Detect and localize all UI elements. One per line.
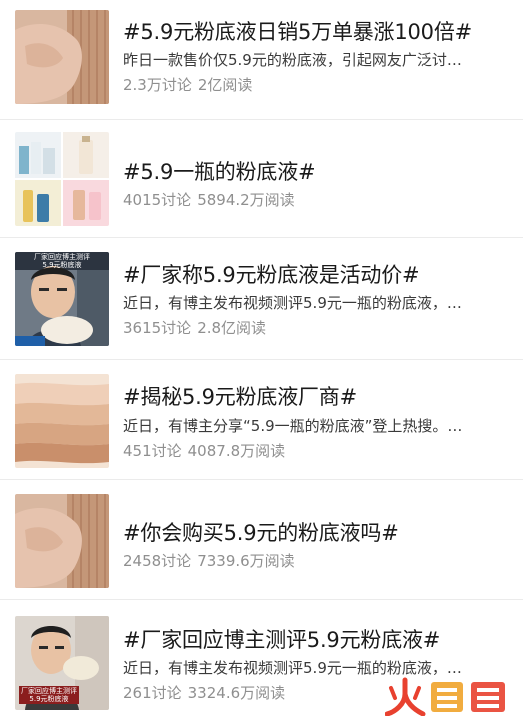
topic-description: 昨日一款售价仅5.9元的粉底液，引起网友广泛讨… xyxy=(123,51,462,69)
discussion-count: 261讨论 xyxy=(123,684,182,702)
topic-stats: 2458讨论 7339.6万阅读 xyxy=(123,551,509,571)
discussion-count: 4015讨论 xyxy=(123,191,192,209)
foundation-swatches-thumbnail[interactable] xyxy=(15,374,109,468)
thumbnail-caption: 厂家回应博主测评 5.9元粉底液 xyxy=(19,686,79,704)
topic-description: 近日，有博主发布视频测评5.9元一瓶的粉底液，… xyxy=(123,659,462,677)
blogger-video-thumbnail[interactable]: 厂家回应博主测评 5.9元粉底液 xyxy=(15,252,109,346)
blogger-video-thumbnail[interactable]: 厂家回应博主测评 5.9元粉底液 xyxy=(15,616,109,710)
read-count: 3324.6万阅读 xyxy=(187,684,286,702)
topic-description: 近日，有博主发布视频测评5.9元一瓶的粉底液，… xyxy=(123,294,462,312)
topic-stats: 451讨论 4087.8万阅读 xyxy=(123,441,509,461)
topic-title[interactable]: #厂家称5.9元粉底液是活动价# xyxy=(123,262,509,288)
topic-item[interactable]: 厂家回应博主测评 5.9元粉底液 #厂家称5.9元粉底液是活动价# 近日，有博主… xyxy=(0,238,523,360)
discussion-count: 451讨论 xyxy=(123,442,182,460)
topic-item[interactable]: #揭秘5.9元粉底液厂商# 近日，有博主分享“5.9一瓶的粉底液”登上热搜。… … xyxy=(0,360,523,480)
topic-title[interactable]: #厂家回应博主测评5.9元粉底液# xyxy=(123,627,509,653)
topic-item[interactable]: #你会购买5.9元的粉底液吗# 2458讨论 7339.6万阅读 xyxy=(0,480,523,600)
read-count: 4087.8万阅读 xyxy=(187,442,286,460)
discussion-count: 2458讨论 xyxy=(123,552,192,570)
topic-title[interactable]: #5.9一瓶的粉底液# xyxy=(123,159,509,185)
read-count: 5894.2万阅读 xyxy=(197,191,295,209)
hand-swatch-thumbnail[interactable] xyxy=(15,494,109,588)
hand-swatch-thumbnail[interactable] xyxy=(15,10,109,104)
topic-stats: 3615讨论 2.8亿阅读 xyxy=(123,318,509,338)
topic-item[interactable]: #5.9元粉底液日销5万单暴涨100倍# 昨日一款售价仅5.9元的粉底液，引起网… xyxy=(0,0,523,120)
topic-item[interactable]: #5.9一瓶的粉底液# 4015讨论 5894.2万阅读 xyxy=(0,120,523,238)
topic-stats: 2.3万讨论 2亿阅读 xyxy=(123,75,509,95)
topic-title[interactable]: #你会购买5.9元的粉底液吗# xyxy=(123,520,509,546)
topic-stats: 4015讨论 5894.2万阅读 xyxy=(123,190,509,210)
topic-description: 近日，有博主分享“5.9一瓶的粉底液”登上热搜。… xyxy=(123,417,463,435)
topic-title[interactable]: #揭秘5.9元粉底液厂商# xyxy=(123,384,509,410)
read-count: 2亿阅读 xyxy=(197,76,253,94)
read-count: 2.8亿阅读 xyxy=(197,319,267,337)
product-collage-thumbnail[interactable] xyxy=(15,132,109,226)
huoliyu-logo-icon xyxy=(384,676,511,717)
thumbnail-caption: 厂家回应博主测评 5.9元粉底液 xyxy=(34,253,90,269)
topic-title[interactable]: #5.9元粉底液日销5万单暴涨100倍# xyxy=(123,19,509,45)
discussion-count: 3615讨论 xyxy=(123,319,192,337)
discussion-count: 2.3万讨论 xyxy=(123,76,192,94)
read-count: 7339.6万阅读 xyxy=(197,552,295,570)
